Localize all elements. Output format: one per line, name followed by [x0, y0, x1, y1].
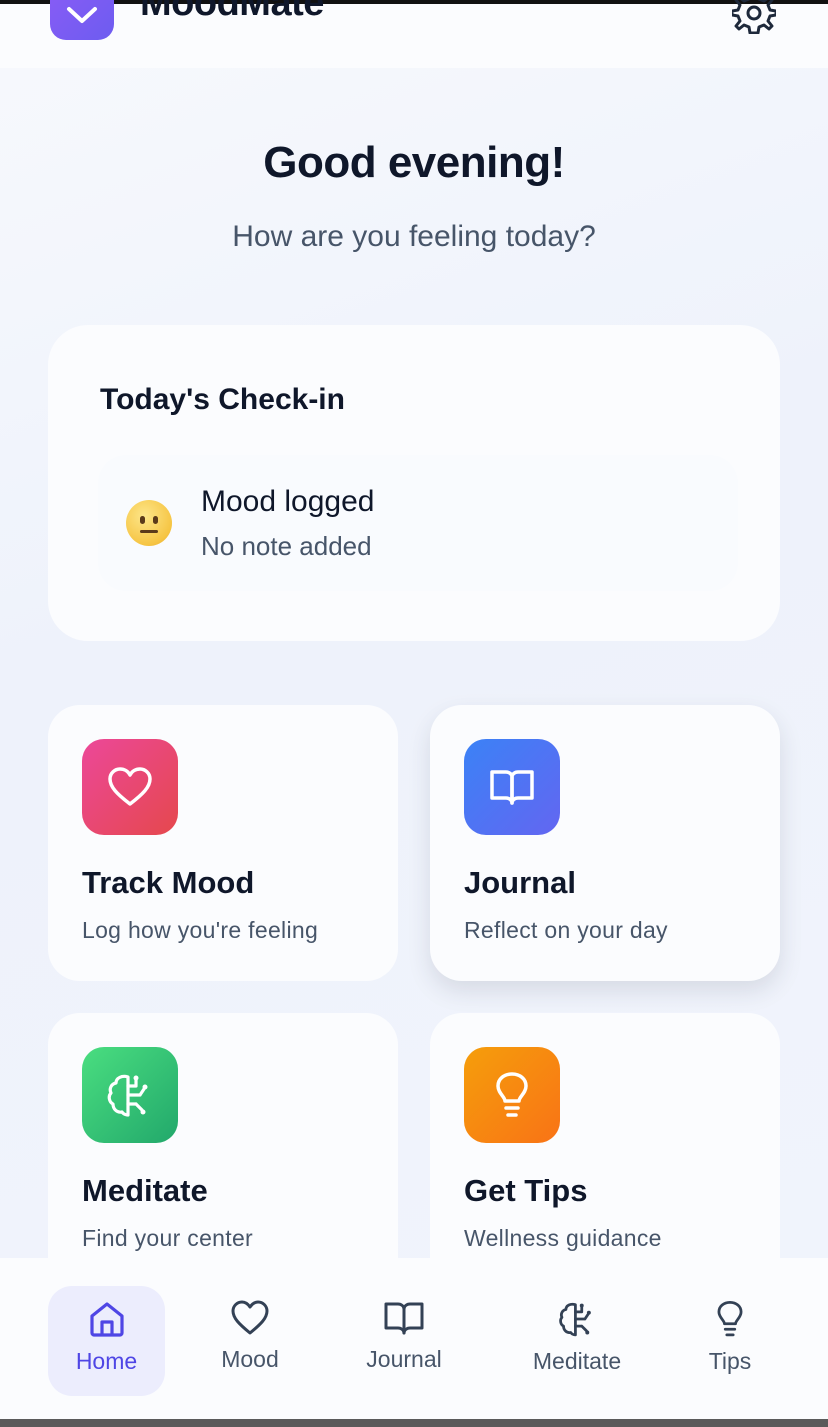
checkin-card: Today's Check-in Mood logged No note add…: [48, 325, 780, 641]
nav-label-tips: Tips: [708, 1348, 752, 1374]
book-open-icon: [384, 1302, 424, 1335]
greeting-title: Good evening!: [263, 138, 565, 187]
mood-note: No note added: [201, 531, 372, 561]
track-mood-card[interactable]: Track Mood Log how you're feeling: [48, 705, 398, 981]
gear-icon: [730, 0, 778, 35]
neutral-face-icon: [126, 500, 172, 546]
track-mood-description: Log how you're feeling: [82, 917, 319, 943]
home-indicator-bar: [0, 1419, 828, 1427]
journal-description: Reflect on your day: [464, 917, 668, 943]
home-icon: [89, 1302, 124, 1337]
nav-item-journal[interactable]: Journal: [349, 1286, 459, 1396]
nav-item-home[interactable]: Home: [48, 1286, 165, 1396]
nav-item-meditate[interactable]: Meditate: [515, 1286, 639, 1396]
greeting-subtitle: How are you feeling today?: [232, 220, 596, 253]
meditate-description: Find your center: [82, 1225, 253, 1251]
heart-icon: [231, 1300, 269, 1335]
heart-icon: [82, 739, 178, 835]
meditate-title: Meditate: [82, 1173, 208, 1208]
settings-button[interactable]: [730, 0, 778, 35]
get-tips-card[interactable]: Get Tips Wellness guidance: [430, 1013, 780, 1289]
get-tips-description: Wellness guidance: [464, 1225, 662, 1251]
bottom-nav: Home Mood Journal Meditate Tips: [0, 1258, 828, 1419]
app-name: MoodMate: [140, 0, 324, 24]
lightbulb-icon: [464, 1047, 560, 1143]
mood-entry[interactable]: Mood logged No note added: [98, 455, 738, 591]
nav-label-journal: Journal: [366, 1346, 442, 1372]
app-header: MoodMate: [0, 0, 828, 68]
lightbulb-icon: [717, 1300, 743, 1337]
heart-check-icon: [67, 7, 97, 23]
brain-icon: [559, 1302, 591, 1337]
mood-status: Mood logged: [201, 485, 375, 518]
nav-label-mood: Mood: [221, 1346, 279, 1372]
book-open-icon: [464, 739, 560, 835]
get-tips-title: Get Tips: [464, 1173, 588, 1208]
checkin-title: Today's Check-in: [100, 383, 345, 416]
brain-icon: [82, 1047, 178, 1143]
journal-title: Journal: [464, 865, 576, 900]
app-logo[interactable]: [50, 0, 114, 40]
meditate-card[interactable]: Meditate Find your center: [48, 1013, 398, 1289]
track-mood-title: Track Mood: [82, 865, 255, 900]
journal-card[interactable]: Journal Reflect on your day: [430, 705, 780, 981]
nav-item-tips[interactable]: Tips: [695, 1286, 765, 1396]
nav-label-meditate: Meditate: [532, 1348, 622, 1374]
nav-label-home: Home: [75, 1348, 138, 1374]
nav-item-mood[interactable]: Mood: [200, 1286, 300, 1396]
